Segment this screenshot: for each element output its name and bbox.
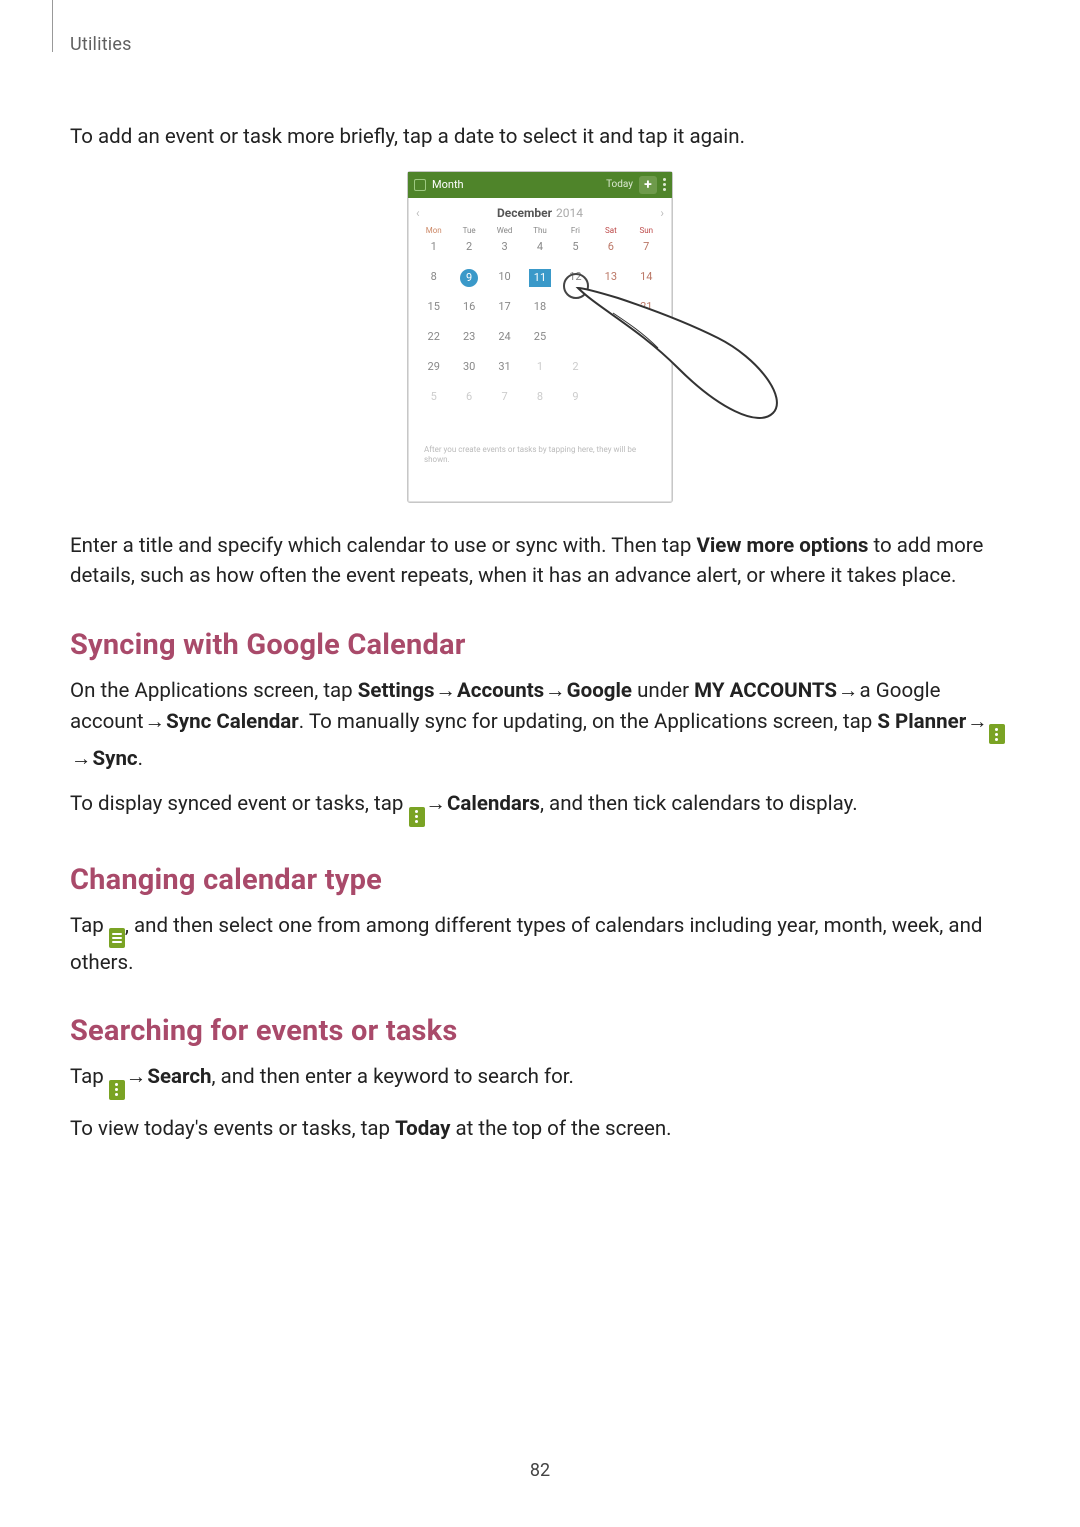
section3-para1: Tap → Search, and then enter a keyword t…: [70, 1062, 1010, 1100]
view-icon: [414, 179, 426, 191]
heading-syncing: Syncing with Google Calendar: [70, 628, 1010, 662]
section1-para1: On the Applications screen, tap Settings…: [70, 676, 1010, 775]
topbar-month-label: Month: [432, 178, 464, 191]
topbar-overflow-icon: [663, 178, 666, 191]
month-year: 2014: [556, 206, 583, 220]
section3-para2: To view today's events or tasks, tap Tod…: [70, 1114, 1010, 1145]
list-view-icon: [109, 928, 125, 948]
prev-month-icon: ‹: [416, 206, 420, 220]
heading-changing-type: Changing calendar type: [70, 863, 1010, 897]
device-hint-text: After you create events or tasks by tapp…: [408, 405, 672, 502]
today-cell: 9: [451, 269, 486, 285]
calendar-grid: 1 2 3 4 5 6 7 8 9 10 11 12 13 14 15: [408, 239, 672, 405]
section2-para: Tap , and then select one from among dif…: [70, 911, 1010, 979]
overflow-menu-icon: [409, 807, 425, 827]
body-paragraph-2: Enter a title and specify which calendar…: [70, 531, 1010, 593]
page-number: 82: [0, 1460, 1080, 1481]
calendar-figure: Month Today + ‹ December 2014 › Mon Tue …: [70, 171, 1010, 503]
device-topbar: Month Today +: [408, 172, 672, 198]
topbar-add-button: +: [639, 176, 657, 194]
month-name: December: [497, 206, 552, 220]
section1-para2: To display synced event or tasks, tap → …: [70, 789, 1010, 827]
topbar-today-button: Today: [606, 179, 633, 190]
month-header: ‹ December 2014 ›: [408, 198, 672, 226]
heading-searching: Searching for events or tasks: [70, 1014, 1010, 1048]
intro-paragraph: To add an event or task more briefly, ta…: [70, 122, 1010, 153]
overflow-menu-icon: [989, 724, 1005, 744]
device-screenshot: Month Today + ‹ December 2014 › Mon Tue …: [407, 171, 673, 503]
selected-cell: 11: [522, 269, 557, 285]
next-month-icon: ›: [660, 206, 664, 220]
overflow-menu-icon: [109, 1080, 125, 1100]
section-breadcrumb: Utilities: [70, 34, 132, 55]
weekday-header: Mon Tue Wed Thu Fri Sat Sun: [408, 226, 672, 239]
